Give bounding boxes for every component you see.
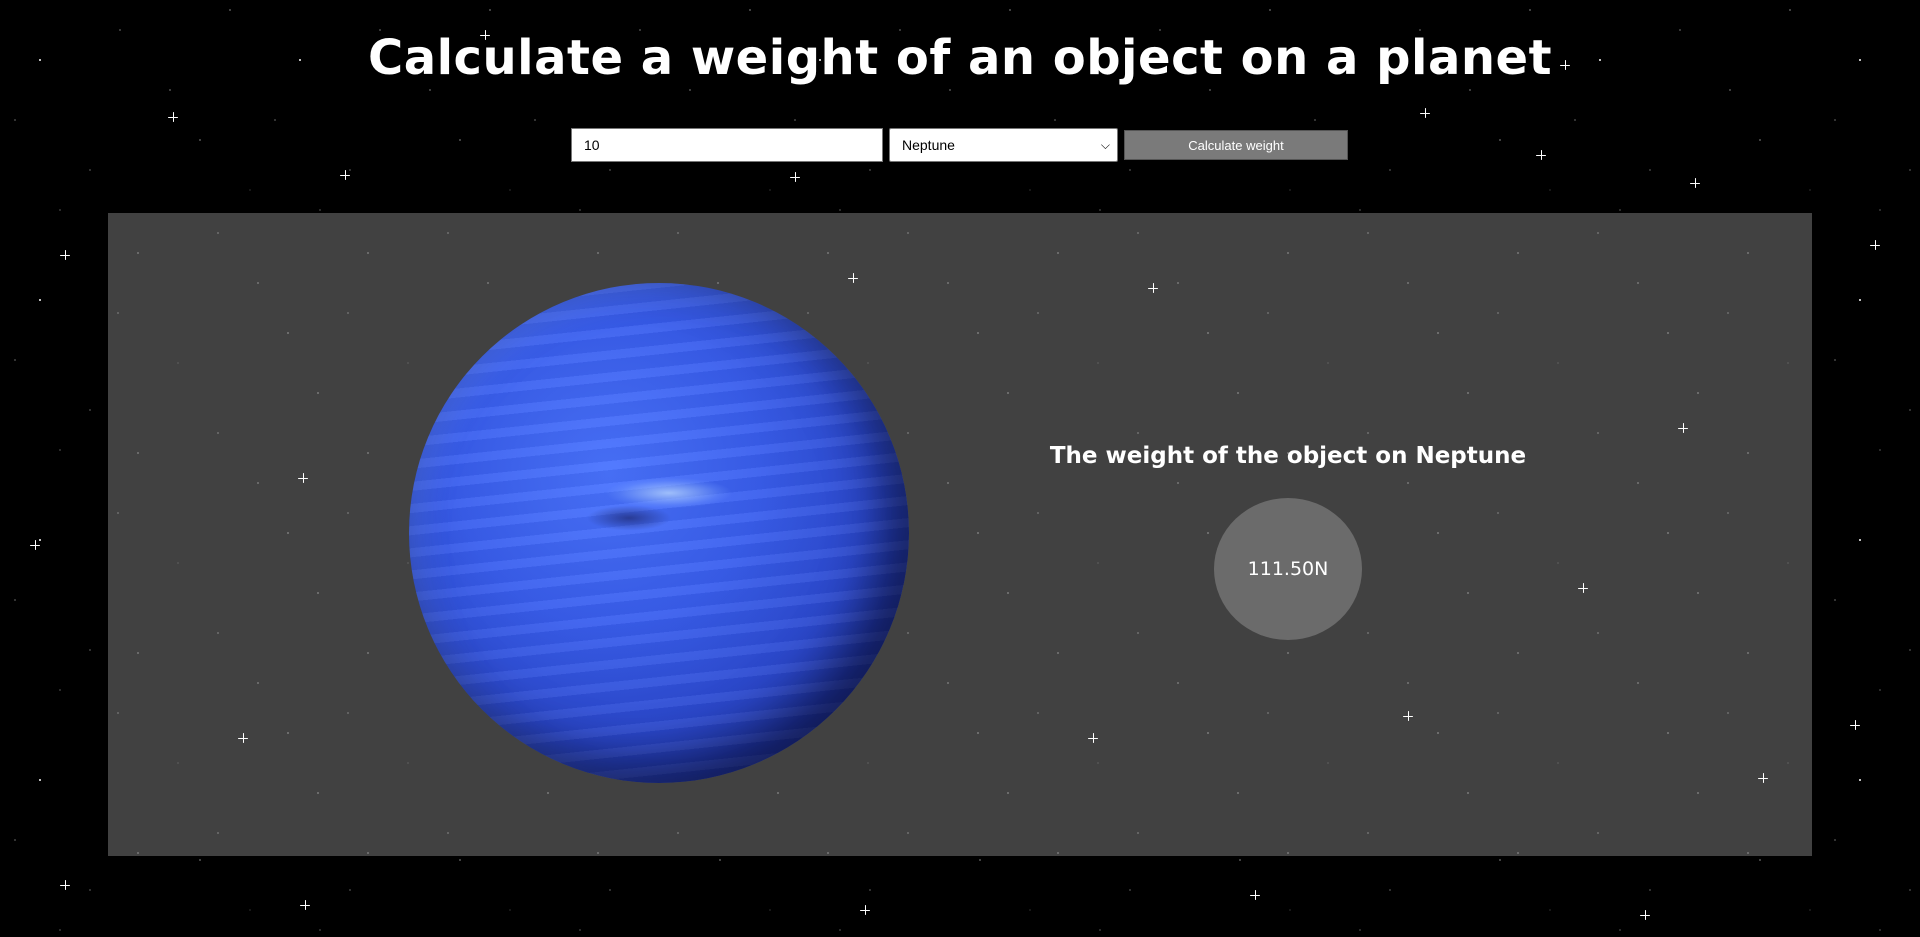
star-sparkle	[1088, 733, 1098, 743]
star-sparkle	[1578, 583, 1588, 593]
planet-select-value: Neptune	[902, 137, 955, 153]
star-sparkle	[1640, 910, 1650, 920]
result-area: The weight of the object on Neptune 111.…	[1008, 443, 1568, 643]
star-sparkle	[790, 172, 800, 182]
star-sparkle	[1536, 150, 1546, 160]
star-sparkle	[340, 170, 350, 180]
result-panel: The weight of the object on Neptune 111.…	[108, 213, 1812, 856]
star-sparkle	[1678, 423, 1688, 433]
star-sparkle	[1148, 283, 1158, 293]
mass-input[interactable]	[571, 128, 883, 162]
star-sparkle	[30, 540, 40, 550]
result-heading: The weight of the object on Neptune	[1049, 443, 1527, 469]
star-sparkle	[60, 880, 70, 890]
star-sparkle	[238, 733, 248, 743]
star-sparkle	[1250, 890, 1260, 900]
star-sparkle	[848, 273, 858, 283]
star-sparkle	[1758, 773, 1768, 783]
weight-form: Neptune ⌵ Calculate weight	[571, 128, 1348, 162]
star-sparkle	[60, 250, 70, 260]
result-circle: 111.50N	[1214, 498, 1362, 640]
planet-select[interactable]: Neptune ⌵	[889, 128, 1118, 162]
chevron-down-icon: ⌵	[1100, 138, 1110, 152]
star-sparkle	[1420, 108, 1430, 118]
star-sparkle	[1870, 240, 1880, 250]
star-sparkle	[860, 905, 870, 915]
star-sparkle	[300, 900, 310, 910]
star-sparkle	[1690, 178, 1700, 188]
calculate-weight-button[interactable]: Calculate weight	[1124, 130, 1348, 160]
star-sparkle	[298, 473, 308, 483]
star-sparkle	[168, 112, 178, 122]
page-title: Calculate a weight of an object on a pla…	[367, 30, 1553, 86]
star-sparkle	[1403, 711, 1413, 721]
weight-result-value: 111.50N	[1247, 558, 1329, 580]
neptune-planet-image	[409, 283, 909, 783]
star-sparkle	[1850, 720, 1860, 730]
